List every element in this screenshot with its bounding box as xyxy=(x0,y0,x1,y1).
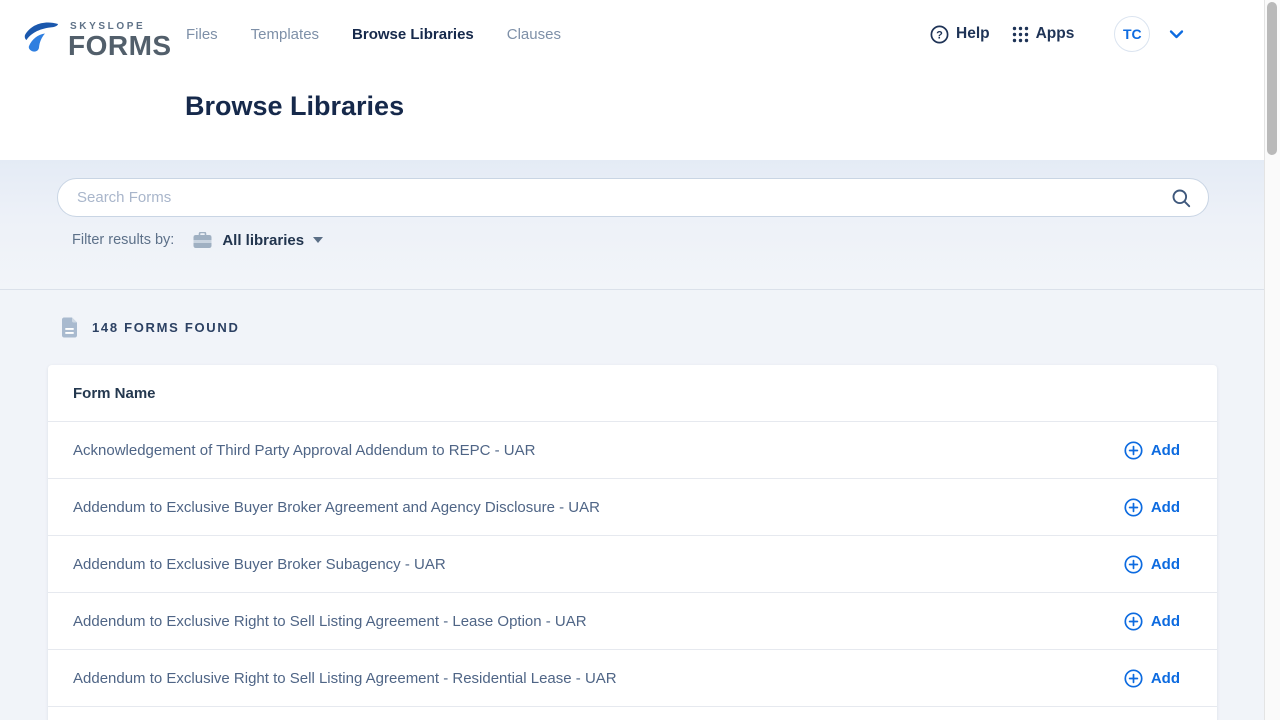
add-form-button[interactable]: Add xyxy=(1124,498,1180,517)
forms-table-card: Form Name Acknowledgement of Third Party… xyxy=(48,365,1217,720)
apps-button[interactable]: Apps xyxy=(1012,25,1075,43)
table-header-row: Form Name xyxy=(48,365,1217,421)
search-filter-section: Filter results by: All libraries xyxy=(0,160,1280,289)
search-input[interactable] xyxy=(58,179,1208,216)
plus-circle-icon xyxy=(1124,441,1143,460)
forms-found-count: 148 FORMS FOUND xyxy=(92,320,240,335)
logo-text-forms: FORMS xyxy=(68,32,172,60)
add-button-label: Add xyxy=(1151,556,1180,573)
help-button[interactable]: ? Help xyxy=(930,25,990,44)
plus-circle-icon xyxy=(1124,555,1143,574)
add-form-button[interactable]: Add xyxy=(1124,441,1180,460)
column-header-form-name: Form Name xyxy=(73,385,156,402)
help-label: Help xyxy=(956,25,990,43)
form-name: Addendum to Exclusive Buyer Broker Subag… xyxy=(73,556,446,573)
nav-item-templates[interactable]: Templates xyxy=(251,26,319,43)
table-row[interactable]: Addendum to Exclusive Right to Sell List… xyxy=(48,649,1217,706)
results-section: 148 FORMS FOUND Form Name Acknowledgemen… xyxy=(0,289,1280,720)
briefcase-icon xyxy=(193,232,212,249)
results-count-row: 148 FORMS FOUND xyxy=(61,317,240,338)
plus-circle-icon xyxy=(1124,612,1143,631)
table-row[interactable]: Addendum to Exclusive Buyer Broker Subag… xyxy=(48,535,1217,592)
form-name: Addendum to Exclusive Buyer Broker Agree… xyxy=(73,499,600,516)
form-name: Acknowledgement of Third Party Approval … xyxy=(73,442,535,459)
add-button-label: Add xyxy=(1151,613,1180,630)
form-name: Addendum to Exclusive Right to Sell List… xyxy=(73,613,587,630)
chevron-down-icon[interactable] xyxy=(1169,29,1184,39)
apps-grid-icon xyxy=(1012,26,1029,43)
filter-label: Filter results by: xyxy=(72,232,174,248)
add-form-button[interactable]: Add xyxy=(1124,669,1180,688)
form-name: Addendum to Exclusive Right to Sell List… xyxy=(73,670,617,687)
document-icon xyxy=(61,317,78,338)
add-form-button[interactable]: Add xyxy=(1124,555,1180,574)
table-row[interactable]: Addendum to Exclusive Buyer Broker Agree… xyxy=(48,478,1217,535)
add-button-label: Add xyxy=(1151,670,1180,687)
filter-row: Filter results by: All libraries xyxy=(72,228,323,252)
scrollbar-thumb[interactable] xyxy=(1267,2,1277,155)
avatar[interactable]: TC xyxy=(1114,16,1150,52)
top-header: SKYSLOPE FORMS Files Templates Browse Li… xyxy=(0,0,1280,160)
plus-circle-icon xyxy=(1124,669,1143,688)
table-row[interactable]: Acknowledgement of Third Party Approval … xyxy=(48,421,1217,478)
help-icon: ? xyxy=(930,25,949,44)
svg-text:?: ? xyxy=(936,29,943,41)
skyslope-swoosh-icon xyxy=(22,19,64,61)
table-row[interactable]: Addendum to Exclusive Right to Sell List… xyxy=(48,592,1217,649)
library-filter-dropdown[interactable]: All libraries xyxy=(222,232,304,249)
search-icon[interactable] xyxy=(1171,188,1192,214)
add-form-button[interactable]: Add xyxy=(1124,612,1180,631)
add-button-label: Add xyxy=(1151,442,1180,459)
skyslope-forms-logo[interactable]: SKYSLOPE FORMS xyxy=(22,17,172,61)
nav-item-files[interactable]: Files xyxy=(186,26,218,43)
nav-item-clauses[interactable]: Clauses xyxy=(507,26,561,43)
nav-item-browse-libraries[interactable]: Browse Libraries xyxy=(352,26,474,43)
table-row-partial xyxy=(48,706,1217,720)
search-box xyxy=(57,178,1209,217)
header-actions: ? Help Apps TC xyxy=(930,16,1184,52)
main-nav: Files Templates Browse Libraries Clauses xyxy=(186,26,561,43)
scrollbar-track[interactable] xyxy=(1264,0,1280,720)
apps-label: Apps xyxy=(1036,25,1075,43)
plus-circle-icon xyxy=(1124,498,1143,517)
avatar-initials: TC xyxy=(1123,26,1142,42)
add-button-label: Add xyxy=(1151,499,1180,516)
page-title: Browse Libraries xyxy=(185,91,404,122)
caret-down-icon[interactable] xyxy=(313,237,323,243)
